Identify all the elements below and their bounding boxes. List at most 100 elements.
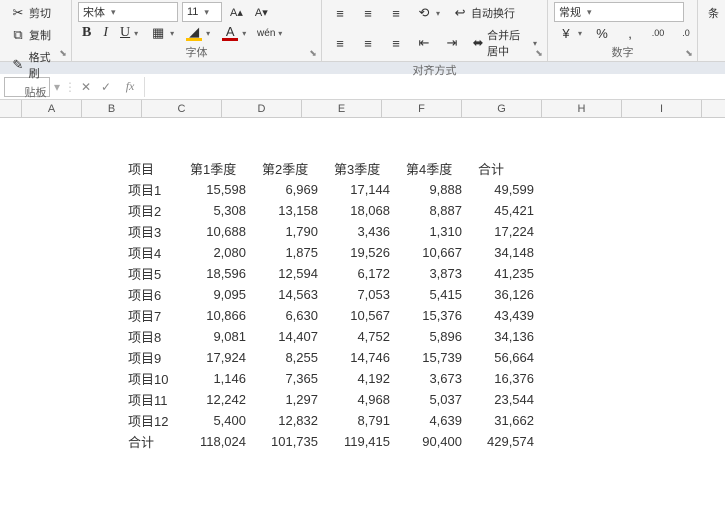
header-cell[interactable]: 第3季度: [326, 158, 398, 179]
phonetic-button[interactable]: wén▾: [254, 22, 286, 44]
cell[interactable]: 3,873: [398, 263, 470, 284]
cell[interactable]: 项目1: [120, 179, 182, 200]
orientation-button[interactable]: ⟲▾: [412, 2, 444, 24]
cell[interactable]: 3,673: [398, 368, 470, 389]
cut-button[interactable]: ✂剪切: [6, 2, 55, 24]
cell[interactable]: 56,664: [470, 347, 542, 368]
cell[interactable]: 6,969: [254, 179, 326, 200]
cell[interactable]: 31,662: [470, 410, 542, 431]
col-header-A[interactable]: A: [22, 100, 82, 117]
cell[interactable]: 118,024: [182, 431, 254, 452]
cell[interactable]: 41,235: [470, 263, 542, 284]
cell[interactable]: 3,436: [326, 221, 398, 242]
border-button[interactable]: ▦▾: [146, 22, 178, 44]
increase-font-button[interactable]: A▴: [226, 3, 247, 22]
cell[interactable]: 项目4: [120, 242, 182, 263]
cell[interactable]: 34,136: [470, 326, 542, 347]
cell[interactable]: 1,790: [254, 221, 326, 242]
cell[interactable]: 14,407: [254, 326, 326, 347]
cell[interactable]: 项目3: [120, 221, 182, 242]
cell[interactable]: 9,081: [182, 326, 254, 347]
col-header-I[interactable]: I: [622, 100, 702, 117]
cell[interactable]: 6,172: [326, 263, 398, 284]
cell[interactable]: 5,308: [182, 200, 254, 221]
cell[interactable]: 17,224: [470, 221, 542, 242]
cell[interactable]: 45,421: [470, 200, 542, 221]
cell[interactable]: 90,400: [398, 431, 470, 452]
cell[interactable]: 9,095: [182, 284, 254, 305]
header-cell[interactable]: 项目: [120, 158, 182, 179]
cell[interactable]: 2,080: [182, 242, 254, 263]
align-middle-button[interactable]: ≡: [356, 2, 380, 24]
cell[interactable]: 7,365: [254, 368, 326, 389]
col-header-B[interactable]: B: [82, 100, 142, 117]
cell[interactable]: 23,544: [470, 389, 542, 410]
cell[interactable]: 项目5: [120, 263, 182, 284]
cell[interactable]: 项目9: [120, 347, 182, 368]
cell[interactable]: 1,146: [182, 368, 254, 389]
header-cell[interactable]: 第2季度: [254, 158, 326, 179]
clipboard-dialog-launcher[interactable]: ⬊: [57, 47, 69, 59]
cell[interactable]: 14,746: [326, 347, 398, 368]
cell[interactable]: 17,144: [326, 179, 398, 200]
cell[interactable]: 4,752: [326, 326, 398, 347]
cell[interactable]: 101,735: [254, 431, 326, 452]
cell[interactable]: 项目8: [120, 326, 182, 347]
cell[interactable]: 119,415: [326, 431, 398, 452]
italic-button[interactable]: I: [99, 22, 112, 44]
underline-button[interactable]: U▾: [116, 22, 142, 44]
col-header-H[interactable]: H: [542, 100, 622, 117]
cell[interactable]: 项目6: [120, 284, 182, 305]
increase-indent-button[interactable]: ⇥: [440, 32, 464, 54]
cell[interactable]: 43,439: [470, 305, 542, 326]
cell[interactable]: 429,574: [470, 431, 542, 452]
comma-style-button[interactable]: ,: [618, 22, 642, 44]
cell[interactable]: 13,158: [254, 200, 326, 221]
cell[interactable]: 10,567: [326, 305, 398, 326]
font-dialog-launcher[interactable]: ⬊: [307, 47, 319, 59]
decrease-decimal-button[interactable]: .0: [674, 22, 698, 44]
cell[interactable]: 49,599: [470, 179, 542, 200]
header-cell[interactable]: 合计: [470, 158, 542, 179]
percent-button[interactable]: %: [590, 22, 614, 44]
cell[interactable]: 18,068: [326, 200, 398, 221]
cell[interactable]: 项目2: [120, 200, 182, 221]
cancel-icon[interactable]: ✕: [76, 77, 96, 97]
align-left-button[interactable]: ≡: [328, 32, 352, 54]
cell[interactable]: 36,126: [470, 284, 542, 305]
cell[interactable]: 6,630: [254, 305, 326, 326]
align-bottom-button[interactable]: ≡: [384, 2, 408, 24]
cell[interactable]: 10,688: [182, 221, 254, 242]
cell[interactable]: 12,832: [254, 410, 326, 431]
select-all-corner[interactable]: [0, 100, 22, 117]
cell[interactable]: 4,968: [326, 389, 398, 410]
col-header-C[interactable]: C: [142, 100, 222, 117]
col-header-G[interactable]: G: [462, 100, 542, 117]
fx-icon[interactable]: fx: [120, 77, 140, 97]
decrease-font-button[interactable]: A▾: [251, 3, 272, 22]
cell[interactable]: 15,598: [182, 179, 254, 200]
cell[interactable]: 16,376: [470, 368, 542, 389]
decrease-indent-button[interactable]: ⇤: [412, 32, 436, 54]
header-cell[interactable]: 第1季度: [182, 158, 254, 179]
align-right-button[interactable]: ≡: [384, 32, 408, 54]
enter-icon[interactable]: ✓: [96, 77, 116, 97]
align-center-button[interactable]: ≡: [356, 32, 380, 54]
cell[interactable]: 10,667: [398, 242, 470, 263]
fill-color-button[interactable]: ◢▾: [182, 22, 214, 44]
cell[interactable]: 15,739: [398, 347, 470, 368]
cell[interactable]: 4,639: [398, 410, 470, 431]
number-format-combo[interactable]: 常规▾: [554, 2, 684, 22]
cell[interactable]: 项目10: [120, 368, 182, 389]
cell[interactable]: 项目12: [120, 410, 182, 431]
cell[interactable]: 项目7: [120, 305, 182, 326]
cell[interactable]: 1,297: [254, 389, 326, 410]
header-cell[interactable]: 第4季度: [398, 158, 470, 179]
merge-center-button[interactable]: ⬌合并后居中▾: [468, 24, 541, 62]
font-color-button[interactable]: A▾: [218, 22, 250, 44]
cell[interactable]: 5,896: [398, 326, 470, 347]
cell[interactable]: 17,924: [182, 347, 254, 368]
bold-button[interactable]: B: [78, 22, 95, 44]
font-family-combo[interactable]: 宋体▾: [78, 2, 178, 22]
cell[interactable]: 10,866: [182, 305, 254, 326]
